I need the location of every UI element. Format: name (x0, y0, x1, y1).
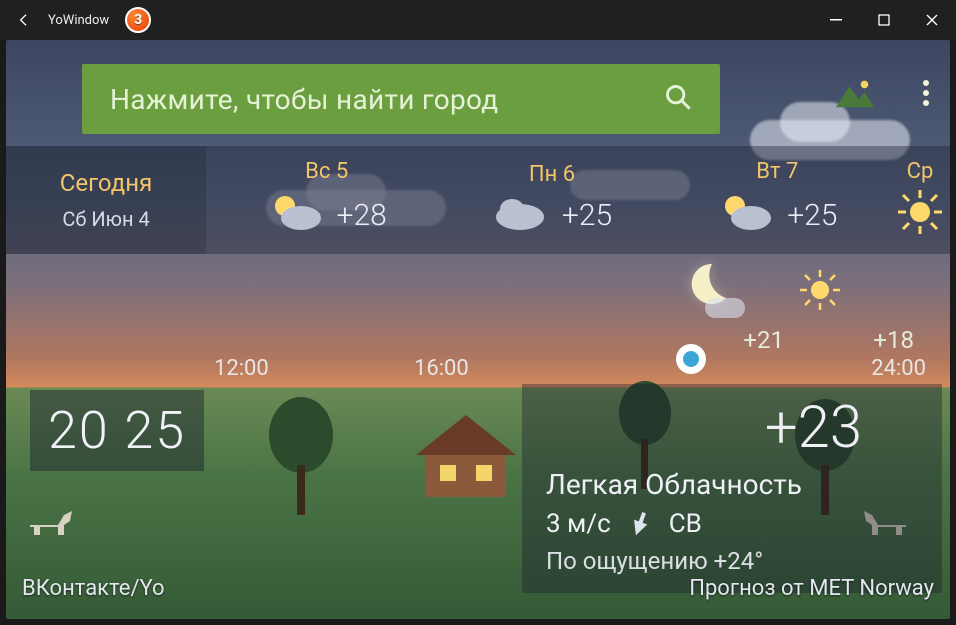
feels-like: По ощущению +24° (546, 547, 922, 575)
partly-cloudy-icon (717, 190, 773, 242)
current-weather-panel: +23 Легкая Облачность 3 м/с СВ По ощущен… (522, 384, 942, 593)
today-label: Сегодня (60, 169, 153, 197)
footer-provider[interactable]: Прогноз от MET Norway (689, 576, 934, 601)
sunny-icon (898, 190, 942, 242)
close-button[interactable] (908, 0, 956, 40)
partly-cloudy-icon (267, 190, 323, 242)
forecast-temp: +28 (337, 198, 387, 233)
sun-icon (800, 270, 840, 310)
forecast-day-label: Пн 6 (529, 162, 575, 187)
forecast-day-label: Вс 5 (305, 159, 348, 184)
forecast-day[interactable]: Вс 5 +28 (214, 146, 439, 254)
wind-speed: 3 м/с (546, 509, 611, 539)
tree-decoration (266, 395, 336, 519)
time-position-dot[interactable] (676, 344, 706, 374)
maximize-button[interactable] (860, 0, 908, 40)
search-icon[interactable] (664, 83, 692, 115)
forecast-day[interactable]: Ср (890, 146, 950, 254)
hour-label: 24:00 (871, 356, 926, 381)
forecast-day[interactable]: Вт 7 +25 (665, 146, 890, 254)
clock-time: 20 25 (48, 400, 186, 461)
window-title: YoWindow (48, 13, 109, 28)
wind-arrow-icon (631, 512, 649, 536)
hour-label: 16:00 (414, 356, 469, 381)
landscape-icon[interactable] (836, 78, 874, 112)
night-temp: +18 (873, 326, 914, 354)
forecast-row: Сегодня Сб Июн 4 Вс 5 +28 Пн 6 +25 Вт 7 (6, 146, 950, 254)
house-decoration (406, 410, 526, 504)
forecast-today[interactable]: Сегодня Сб Июн 4 (6, 146, 206, 254)
current-temp: +23 (546, 394, 922, 462)
minimize-button[interactable] (812, 0, 860, 40)
forecast-day-label: Ср (907, 159, 934, 184)
today-date: Сб Июн 4 (62, 207, 149, 231)
footer-social[interactable]: ВКонтакте/Yo (22, 576, 165, 601)
night-temp: +21 (743, 326, 784, 354)
forecast-day-label: Вт 7 (756, 159, 798, 184)
step-badge: 3 (125, 7, 151, 33)
app-canvas: Нажмите, чтобы найти город Сегодня Сб Ию… (6, 40, 950, 619)
forecast-temp: +25 (562, 198, 612, 233)
clock-display: 20 25 (30, 390, 204, 471)
search-placeholder: Нажмите, чтобы найти город (110, 83, 499, 116)
overflow-menu-icon[interactable] (922, 79, 930, 111)
current-desc: Легкая Облачность (546, 468, 922, 501)
hour-label: 12:00 (214, 356, 269, 381)
cloudy-icon (492, 193, 548, 239)
wind-dir: СВ (669, 509, 702, 539)
title-bar: YoWindow 3 (0, 0, 956, 40)
cloud-decoration (705, 298, 745, 318)
search-bar[interactable]: Нажмите, чтобы найти город (82, 64, 720, 134)
back-button[interactable] (8, 4, 40, 36)
forecast-day[interactable]: Пн 6 +25 (439, 146, 664, 254)
horse-decoration (26, 495, 78, 539)
current-wind: 3 м/с СВ (546, 509, 922, 539)
forecast-temp: +25 (787, 198, 837, 233)
